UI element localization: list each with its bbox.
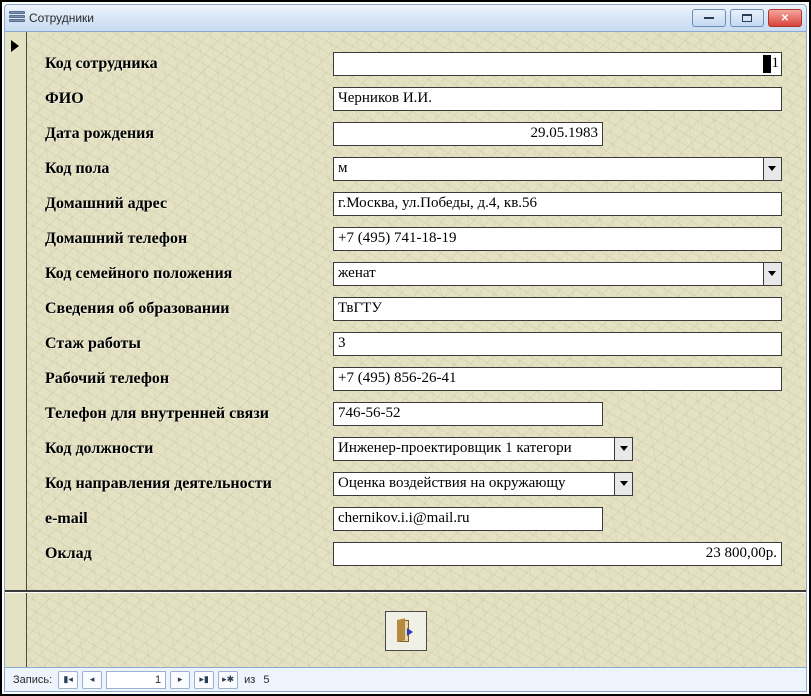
label-position-code: Код должности: [45, 440, 333, 458]
birth-date-field[interactable]: [333, 122, 603, 146]
chevron-down-icon: [620, 446, 628, 451]
direction-code-dropdown[interactable]: [614, 472, 633, 496]
home-address-field[interactable]: [333, 192, 782, 216]
nav-first-button[interactable]: ▮◂: [58, 671, 78, 689]
work-phone-field[interactable]: [333, 367, 782, 391]
chevron-down-icon: [620, 481, 628, 486]
form-icon: [9, 11, 25, 25]
chevron-down-icon: [768, 271, 776, 276]
label-marital-code: Код семейного положения: [45, 265, 333, 283]
nav-last-button[interactable]: ▸▮: [194, 671, 214, 689]
nav-total-records: 5: [261, 674, 271, 686]
label-birth-date: Дата рождения: [45, 125, 333, 143]
current-record-icon: [11, 40, 19, 52]
marital-code-dropdown[interactable]: [763, 262, 782, 286]
window-title: Сотрудники: [29, 11, 94, 25]
gender-code-field[interactable]: [333, 157, 763, 181]
record-nav-bar: Запись: ▮◂ ◂ 1 ▸ ▸▮ ▸✱ из 5: [5, 667, 806, 691]
label-education: Сведения об образовании: [45, 300, 333, 318]
nav-of-label: из: [242, 674, 257, 686]
home-phone-field[interactable]: [333, 227, 782, 251]
label-internal-phone: Телефон для внутренней связи: [45, 405, 333, 423]
form-area: Код сотрудника 1 ФИО Дата рожд: [5, 32, 806, 667]
label-employee-code: Код сотрудника: [45, 55, 333, 73]
nav-current-record[interactable]: 1: [106, 671, 166, 689]
nav-prev-button[interactable]: ◂: [82, 671, 102, 689]
maximize-icon: [742, 14, 752, 22]
label-direction-code: Код направления деятельности: [45, 475, 333, 493]
internal-phone-field[interactable]: [333, 402, 603, 426]
salary-field[interactable]: [333, 542, 782, 566]
record-selector[interactable]: [5, 32, 27, 667]
minimize-icon: [704, 17, 714, 19]
maximize-button[interactable]: [730, 9, 764, 27]
label-salary: Оклад: [45, 545, 333, 563]
position-code-field[interactable]: [333, 437, 614, 461]
label-experience: Стаж работы: [45, 335, 333, 353]
fio-field[interactable]: [333, 87, 782, 111]
nav-new-button[interactable]: ▸✱: [218, 671, 238, 689]
direction-code-field[interactable]: [333, 472, 614, 496]
nav-label: Запись:: [11, 674, 54, 686]
label-email: e-mail: [45, 510, 333, 528]
marital-code-field[interactable]: [333, 262, 763, 286]
close-icon: ✕: [781, 13, 789, 24]
gender-code-dropdown[interactable]: [763, 157, 782, 181]
label-work-phone: Рабочий телефон: [45, 370, 333, 388]
education-field[interactable]: [333, 297, 782, 321]
label-gender-code: Код пола: [45, 160, 333, 178]
nav-next-button[interactable]: ▸: [170, 671, 190, 689]
label-home-phone: Домашний телефон: [45, 230, 333, 248]
chevron-down-icon: [768, 166, 776, 171]
experience-field[interactable]: [333, 332, 782, 356]
separator-line: [5, 590, 806, 592]
close-form-button[interactable]: [385, 611, 427, 651]
close-button[interactable]: ✕: [768, 9, 802, 27]
exit-door-icon: [397, 620, 415, 642]
label-home-address: Домашний адрес: [45, 195, 333, 213]
minimize-button[interactable]: [692, 9, 726, 27]
position-code-dropdown[interactable]: [614, 437, 633, 461]
email-field[interactable]: [333, 507, 603, 531]
titlebar: Сотрудники ✕: [4, 4, 807, 32]
employee-code-field[interactable]: 1: [333, 52, 782, 76]
label-fio: ФИО: [45, 90, 333, 108]
